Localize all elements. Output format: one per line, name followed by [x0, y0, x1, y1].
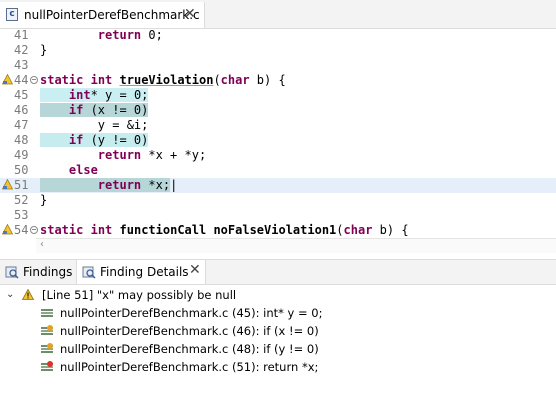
code-line-49: 49 return *x + *y;: [14, 148, 207, 162]
code-line-43: 43: [0, 58, 556, 73]
trace-item-label: nullPointerDerefBenchmark.c (46): if (x …: [60, 324, 319, 338]
line-number: 45: [14, 88, 29, 102]
tab-finding-details[interactable]: Finding Details ✕: [76, 260, 206, 284]
code-editor[interactable]: 41 return 0; 42 } 43 44 − static int tru…: [0, 28, 556, 238]
line-number: 42: [14, 43, 29, 57]
line-number: 54: [14, 223, 29, 237]
code-line-41: 41 return 0;: [14, 28, 163, 42]
tree-root-finding[interactable]: ⌄ [Line 51] "x" may possibly be null: [0, 286, 556, 304]
code-text: }: [40, 43, 48, 57]
c-file-icon: c: [6, 8, 18, 21]
code-line-50: 50 else: [14, 163, 98, 177]
scroll-left-icon[interactable]: ‹: [40, 239, 44, 250]
close-icon[interactable]: ✕: [184, 6, 196, 22]
line-number: 44: [14, 73, 29, 87]
collapse-fold-icon[interactable]: −: [30, 226, 38, 234]
line-number: 51: [14, 178, 29, 192]
tab-finding-details-label: Finding Details: [100, 265, 189, 279]
editor-tab-nullpointer[interactable]: c nullPointerDerefBenchmark.c ✕: [0, 2, 205, 28]
code-line-44: 44 − static int trueViolation(char b) {: [0, 73, 556, 88]
trace-branch-icon: [41, 325, 53, 335]
chevron-down-icon[interactable]: ⌄: [6, 286, 16, 304]
tab-findings-label: Findings: [23, 265, 73, 279]
code-line-42: 42 }: [0, 43, 556, 58]
code-line-47: 47 y = &i;: [14, 118, 149, 132]
horizontal-scrollbar[interactable]: ‹: [36, 238, 556, 253]
line-number: 47: [14, 118, 29, 132]
finding-details-tree: ⌄ [Line 51] "x" may possibly be null nul…: [0, 284, 556, 406]
findings-icon: [5, 266, 19, 279]
views-tab-bar: Findings Finding Details ✕: [0, 259, 556, 285]
tree-item[interactable]: nullPointerDerefBenchmark.c (46): if (x …: [0, 322, 556, 340]
code-text: }: [40, 193, 48, 207]
line-number: 50: [14, 163, 29, 177]
tab-findings[interactable]: Findings: [0, 260, 76, 284]
line-number: 46: [14, 103, 29, 117]
trace-violation-icon: [41, 361, 53, 371]
warning-icon: [22, 289, 34, 300]
line-number: 43: [14, 58, 29, 72]
editor-tab-bar: c nullPointerDerefBenchmark.c ✕: [0, 0, 556, 29]
collapse-fold-icon[interactable]: −: [30, 76, 38, 84]
warning-marker-icon[interactable]: [2, 224, 13, 235]
tree-item[interactable]: nullPointerDerefBenchmark.c (45): int* y…: [0, 304, 556, 322]
warning-marker-icon[interactable]: [2, 74, 13, 85]
trace-statement-icon: [41, 309, 53, 317]
code-line-46: 46 if (x != 0): [14, 103, 149, 117]
code-line-48: 48 if (y != 0): [14, 133, 149, 147]
line-number: 41: [14, 28, 29, 42]
line-number: 48: [14, 133, 29, 147]
editor-tab-label: nullPointerDerefBenchmark.c: [24, 8, 200, 22]
code-line-45: 45 int* y = 0;: [14, 88, 149, 102]
code-line-53: 53: [0, 208, 556, 223]
trace-item-label: nullPointerDerefBenchmark.c (45): int* y…: [60, 306, 323, 320]
code-line-54: 54 − static int functionCall noFalseViol…: [0, 223, 556, 238]
finding-root-label: [Line 51] "x" may possibly be null: [42, 288, 237, 302]
trace-item-label: nullPointerDerefBenchmark.c (48): if (y …: [60, 342, 319, 356]
trace-item-label: nullPointerDerefBenchmark.c (51): return…: [60, 360, 319, 374]
finding-details-icon: [82, 266, 96, 279]
tree-item[interactable]: nullPointerDerefBenchmark.c (48): if (y …: [0, 340, 556, 358]
warning-marker-icon[interactable]: [2, 179, 13, 190]
close-icon[interactable]: ✕: [189, 262, 201, 278]
line-number: 52: [14, 193, 29, 207]
tree-item[interactable]: nullPointerDerefBenchmark.c (51): return…: [0, 358, 556, 376]
code-line-51-current: 51 return *x;|: [0, 178, 556, 193]
line-number: 49: [14, 148, 29, 162]
code-line-52: 52 }: [0, 193, 556, 208]
line-number: 53: [14, 208, 29, 222]
trace-branch-icon: [41, 343, 53, 353]
